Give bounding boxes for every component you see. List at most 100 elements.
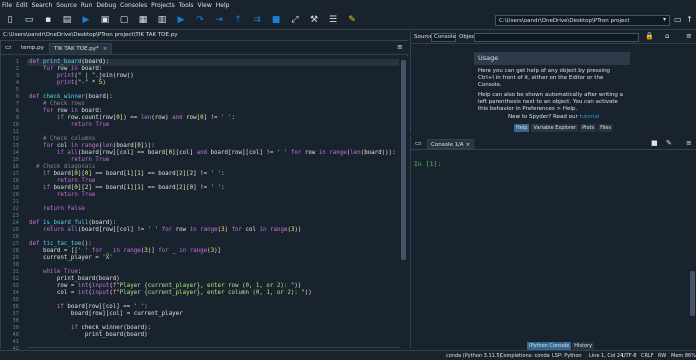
edit-icon[interactable]: ✎: [666, 139, 672, 147]
tab-ipython-console[interactable]: IPython Console: [527, 342, 572, 350]
status-encoding: UTF-8: [622, 353, 637, 359]
tab-console-1[interactable]: Console 1/A ×: [427, 139, 475, 149]
run-cell-advance-icon[interactable]: ▦: [137, 14, 149, 26]
console-tab-label: Console 1/A: [431, 142, 464, 148]
menu-debug[interactable]: Debug: [96, 2, 116, 9]
line-number: 5: [15, 87, 19, 93]
spyder-window: File Edit Search Source Run Debug Consol…: [0, 0, 696, 360]
save-icon[interactable]: ▪: [42, 14, 54, 26]
usage-paragraph-1: Here you can get help of any object by p…: [478, 68, 611, 88]
home-icon[interactable]: ⌂: [665, 32, 669, 40]
status-completions: Completions: conda: [500, 353, 550, 359]
editor-file-path: C:\Users\oandr\OneDrive\Desktop\PTron pr…: [3, 32, 178, 38]
status-conda[interactable]: conda (Python 3.11.5): [446, 353, 502, 359]
run-selection-icon[interactable]: ▥: [156, 14, 168, 26]
menu-view[interactable]: View: [198, 2, 212, 9]
lock-icon[interactable]: 🔒: [645, 32, 654, 40]
line-number: 32: [12, 276, 19, 282]
options-menu-icon[interactable]: ≡: [397, 43, 403, 51]
run-file-icon[interactable]: ▣: [99, 14, 111, 26]
tab-variable-explorer[interactable]: Variable Explorer: [531, 124, 579, 132]
line-number: 20: [12, 192, 19, 198]
preferences-icon[interactable]: ⚒: [308, 14, 320, 26]
step-into-icon[interactable]: ⇥: [213, 14, 225, 26]
menu-bar: File Edit Search Source Run Debug Consol…: [0, 0, 696, 11]
working-directory-value: C:\Users\oandr\OneDrive\Desktop\PTron pr…: [499, 18, 630, 24]
tab-label: temp.py: [21, 45, 44, 51]
stop-debug-icon[interactable]: ■: [270, 14, 282, 26]
step-icon[interactable]: ↷: [194, 14, 206, 26]
console-scrollbar[interactable]: [689, 151, 696, 334]
object-input[interactable]: [474, 33, 639, 42]
line-number: 22: [12, 206, 19, 212]
step-return-icon[interactable]: ↑: [232, 14, 244, 26]
code-area[interactable]: def print_board(board): for row in board…: [29, 56, 399, 348]
source-value: Console: [434, 34, 456, 40]
line-number: 18: [12, 178, 19, 184]
save-all-icon[interactable]: ▤: [61, 14, 73, 26]
menu-source[interactable]: Source: [56, 2, 77, 9]
continue-icon[interactable]: ⇉: [251, 14, 263, 26]
menu-help[interactable]: Help: [216, 2, 230, 9]
line-number: 14: [12, 150, 19, 156]
maximize-pane-icon[interactable]: ⤢: [289, 14, 301, 26]
line-number: 37: [12, 311, 19, 317]
run-cell-icon[interactable]: ▢: [118, 14, 130, 26]
open-file-icon[interactable]: ▭: [23, 14, 35, 26]
close-icon[interactable]: ×: [103, 46, 108, 52]
line-number: 4: [15, 80, 19, 86]
status-eol: CRLF: [641, 353, 654, 359]
source-select[interactable]: Console: [431, 33, 456, 42]
menu-edit[interactable]: Edit: [16, 2, 28, 9]
help-pane-tabs: Help Variable Explorer Plots Files: [514, 124, 615, 132]
python-icon[interactable]: ✎: [346, 14, 358, 26]
menu-run[interactable]: Run: [81, 2, 93, 9]
console-prompt[interactable]: In [1]:: [414, 160, 441, 168]
options-menu-icon[interactable]: ≡: [686, 32, 692, 40]
browse-tabs-icon[interactable]: ▭: [5, 43, 12, 51]
line-number-gutter: 1 2 3 4 5 6 7 8 9 10 11 12 13 14 15 16 17 18 19 20 21 22 23 24 2…: [1, 56, 27, 352]
working-directory-combo[interactable]: C:\Users\oandr\OneDrive\Desktop\PTron pr…: [495, 15, 670, 26]
scrollbar-thumb[interactable]: [401, 60, 406, 260]
run-icon[interactable]: ▶: [80, 14, 92, 26]
arrow-up-icon[interactable]: ↑: [686, 15, 693, 24]
console-pane-tabs: IPython Console History: [527, 342, 595, 350]
folder-icon[interactable]: ▭: [674, 15, 682, 24]
stop-console-icon[interactable]: ■: [651, 139, 658, 147]
pythonpath-icon[interactable]: ☰: [327, 14, 339, 26]
debug-icon[interactable]: ▶: [175, 14, 187, 26]
status-memory: Mem 86%: [671, 353, 696, 359]
chevron-down-icon: ▾: [662, 16, 666, 23]
tutorial-link[interactable]: tutorial: [579, 114, 599, 120]
line-number: 39: [12, 325, 19, 331]
tab-tik-tak-toe[interactable]: TIK TAK TOE.py* ×: [49, 43, 113, 54]
tab-history[interactable]: History: [572, 342, 595, 350]
browse-tabs-icon[interactable]: ▭: [415, 139, 422, 147]
line-number: 12: [12, 136, 19, 142]
line-number: 19: [12, 185, 19, 191]
line-number: 35: [12, 297, 19, 303]
new-file-icon[interactable]: ▯: [4, 14, 16, 26]
tab-plots[interactable]: Plots: [580, 124, 597, 132]
menu-tools[interactable]: Tools: [179, 2, 194, 9]
editor-scrollbar[interactable]: [399, 56, 408, 348]
line-number: 40: [12, 332, 19, 338]
close-icon[interactable]: ×: [465, 142, 470, 148]
new-to-spyder-text: New to Spyder? Read our tutorial: [508, 114, 599, 120]
line-number: 23: [12, 213, 19, 219]
line-number: 41: [12, 339, 19, 345]
tab-help[interactable]: Help: [514, 124, 530, 132]
line-number: 33: [12, 283, 19, 289]
menu-projects[interactable]: Projects: [151, 2, 175, 9]
line-number: 6: [15, 94, 19, 100]
console-tabs: ▭ Console 1/A × ■ ✎ ≡: [411, 136, 696, 150]
menu-consoles[interactable]: Consoles: [120, 2, 147, 9]
line-number: 26: [12, 234, 19, 240]
menu-file[interactable]: File: [2, 2, 12, 9]
new-to-spyder-label: New to Spyder? Read our: [508, 114, 580, 120]
line-number: 15: [12, 157, 19, 163]
options-menu-icon[interactable]: ≡: [686, 139, 692, 147]
scrollbar-thumb[interactable]: [690, 271, 695, 316]
tab-files[interactable]: Files: [598, 124, 614, 132]
menu-search[interactable]: Search: [32, 2, 53, 9]
